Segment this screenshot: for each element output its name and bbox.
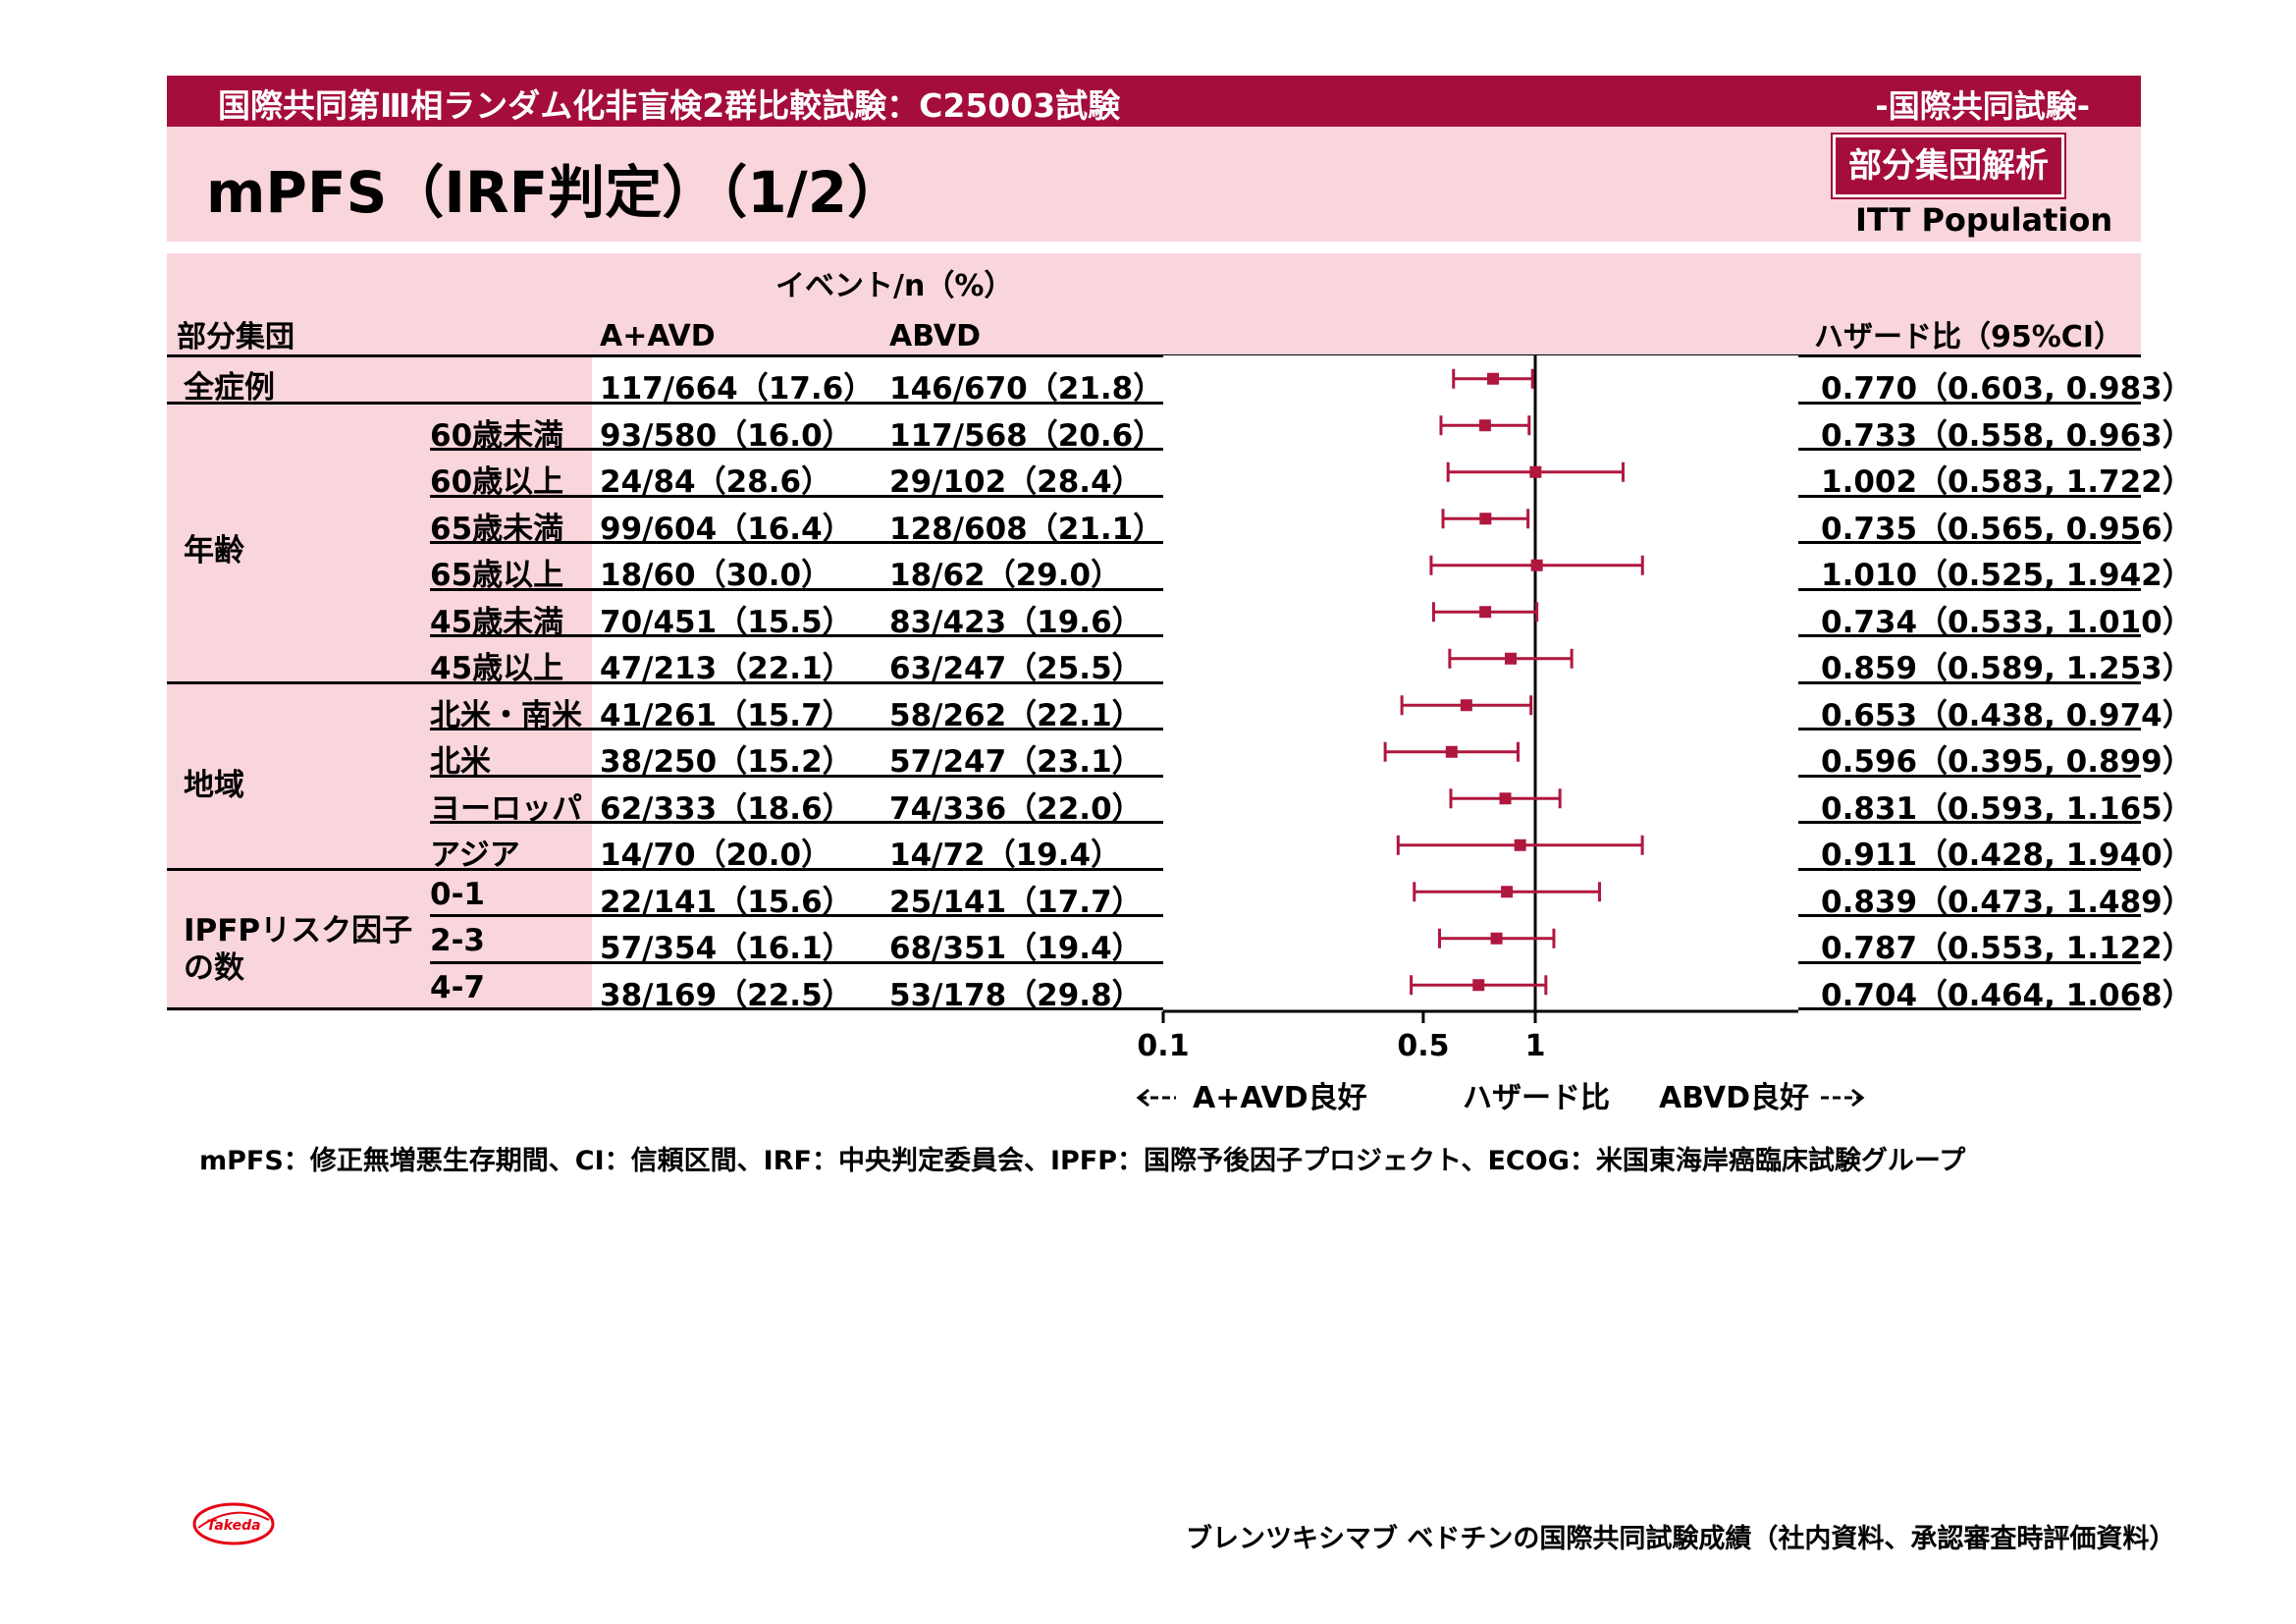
hr-point xyxy=(1460,699,1472,712)
hr-point xyxy=(1499,792,1512,805)
hr-point xyxy=(1472,979,1485,992)
hr-point xyxy=(1445,745,1458,758)
hr-point xyxy=(1478,419,1491,432)
hr-point xyxy=(1529,465,1542,478)
x-label-left: A+AVD良好 xyxy=(1193,1081,1367,1115)
hr-point xyxy=(1490,932,1503,945)
x-tick-label: 0.5 xyxy=(1397,1029,1449,1063)
hr-point xyxy=(1530,559,1543,571)
x-label-right: ABVD良好 xyxy=(1659,1081,1809,1115)
x-tick-label: 1 xyxy=(1525,1029,1546,1063)
plot-area xyxy=(1163,355,1798,1011)
hr-point xyxy=(1514,839,1526,851)
hr-point xyxy=(1479,513,1492,525)
hr-point xyxy=(1504,652,1517,665)
source-note: ブレンツキシマブ ベドチンの国際共同試験成績（社内資料、承認審査時評価資料） xyxy=(1186,1524,2176,1554)
footnote: mPFS：修正無増悪生存期間、CI：信頼区間、IRF：中央判定委員会、IPFP：… xyxy=(199,1146,1966,1176)
takeda-logo: Takeda xyxy=(192,1502,275,1545)
forest-plot: 0.1 0.5 1 A+AVD良好 ハザード比 ABVD良好 xyxy=(1136,355,1865,1115)
logo-text: Takeda xyxy=(206,1518,260,1534)
hr-point xyxy=(1486,372,1499,385)
x-tick-label: 0.1 xyxy=(1137,1029,1189,1063)
hr-point xyxy=(1479,606,1492,619)
hr-point xyxy=(1501,886,1514,898)
x-label: ハザード比 xyxy=(1463,1081,1610,1115)
